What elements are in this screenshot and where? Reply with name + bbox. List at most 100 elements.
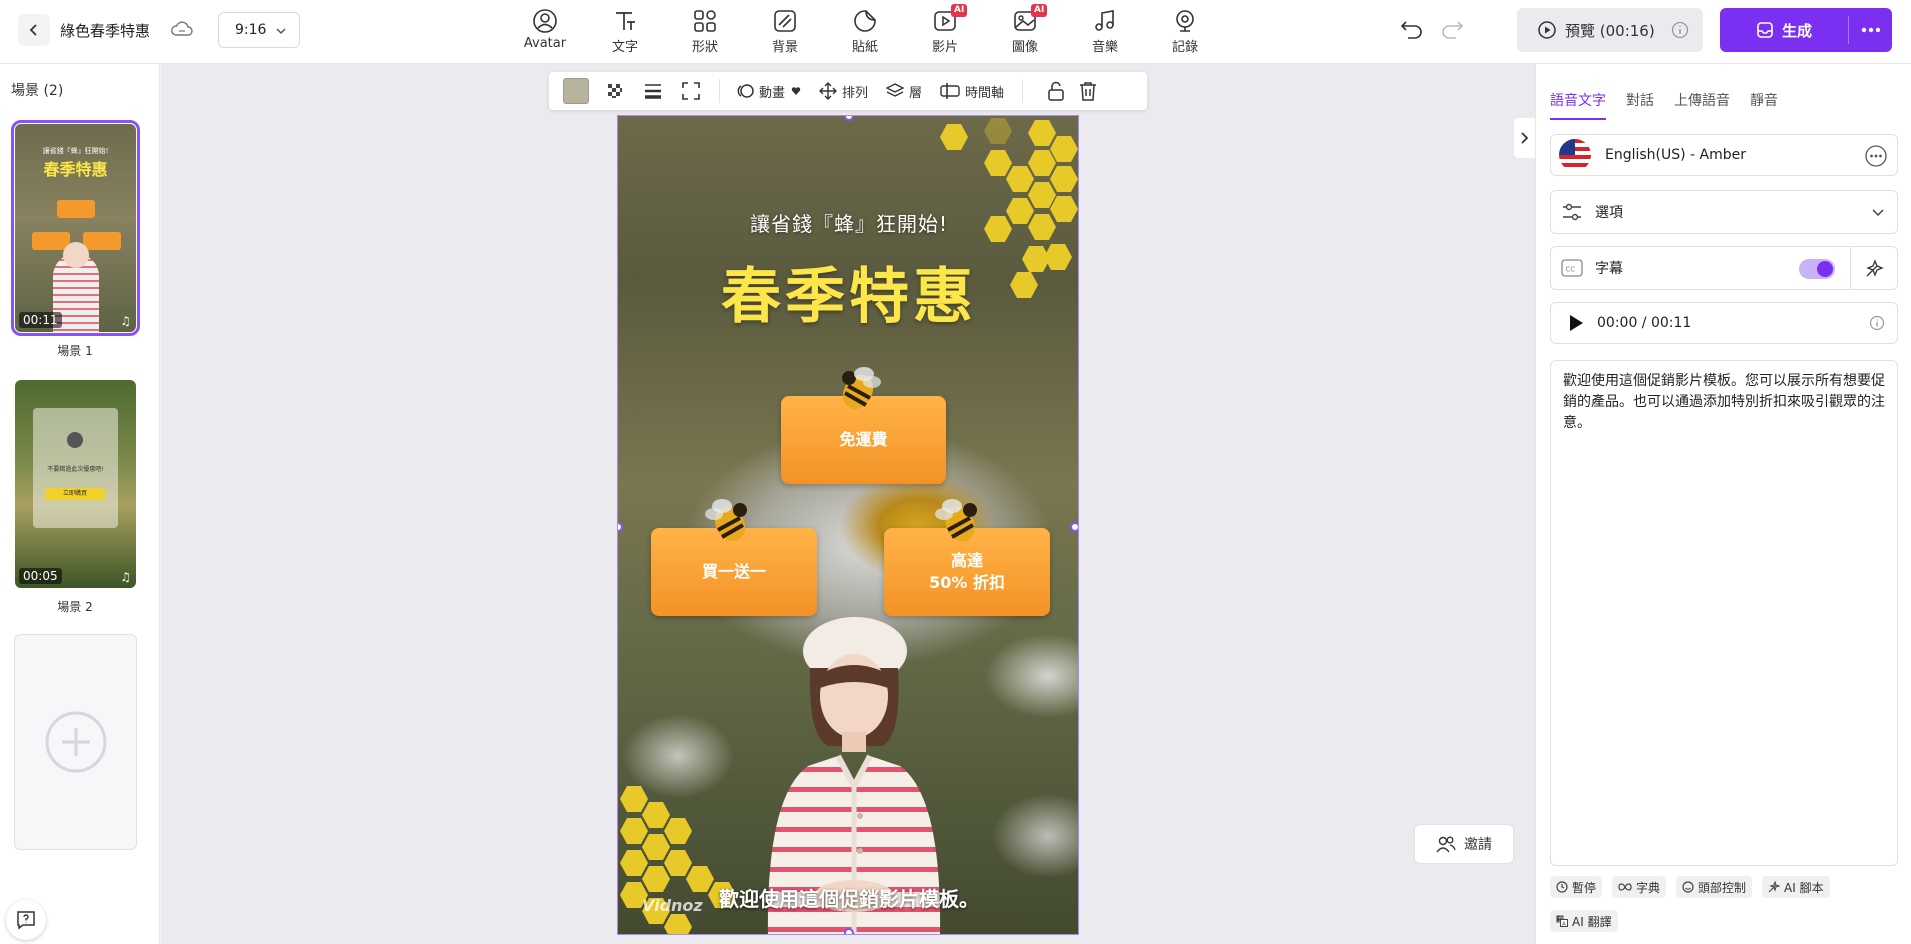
scene-duration: 00:11 bbox=[19, 312, 62, 328]
animation-button[interactable]: 動畫 bbox=[736, 72, 801, 110]
head-control-chip[interactable]: 頭部控制 bbox=[1676, 876, 1753, 898]
ai-script-chip[interactable]: AI 腳本 bbox=[1762, 876, 1830, 898]
tool-avatar[interactable]: Avatar bbox=[505, 6, 585, 58]
tool-text[interactable]: 文字 bbox=[585, 6, 665, 58]
subtitles-label: 字幕 bbox=[1595, 261, 1623, 277]
scene-thumbnail-1[interactable]: 讓省錢『蜂』狂開始! 春季特惠 00:11 ♫ bbox=[11, 120, 140, 336]
subtitles-row: CC 字幕 bbox=[1550, 246, 1898, 290]
music-note-icon: ♫ bbox=[120, 314, 131, 328]
tool-video[interactable]: AI 影片 bbox=[905, 4, 985, 58]
tool-label: 貼紙 bbox=[851, 40, 878, 55]
scene-thumbnail-2[interactable]: 不要錯過此次優惠吧! 立即購買 00:05 ♫ bbox=[15, 380, 136, 588]
thumb-subtitle: 讓省錢『蜂』狂開始! bbox=[42, 147, 109, 155]
voice-select[interactable]: English(US) - Amber bbox=[1550, 134, 1898, 176]
tab-upload-audio[interactable]: 上傳語音 bbox=[1674, 90, 1730, 120]
closed-caption-icon: CC bbox=[1561, 259, 1583, 277]
undo-icon[interactable] bbox=[1400, 18, 1424, 40]
more-options-button[interactable] bbox=[1849, 27, 1892, 33]
music-note-icon: ♫ bbox=[120, 570, 131, 584]
redo-icon[interactable] bbox=[1440, 18, 1464, 40]
chip-label: 字典 bbox=[1636, 880, 1661, 895]
transparency-icon[interactable] bbox=[605, 81, 625, 101]
thumb-text: 不要錯過此次優惠吧! bbox=[47, 466, 104, 473]
video-canvas[interactable]: 讓省錢『蜂』狂開始! 春季特惠 免運費 買一送一 高達 50% 折扣 Vidno… bbox=[617, 115, 1079, 935]
info-icon[interactable] bbox=[1869, 315, 1885, 331]
tool-image[interactable]: AI 圖像 bbox=[985, 4, 1065, 58]
generate-button[interactable]: 生成 bbox=[1720, 8, 1892, 52]
resize-handle[interactable] bbox=[1070, 522, 1078, 532]
project-title[interactable]: 綠色春季特惠 bbox=[60, 20, 150, 41]
avatar-icon bbox=[533, 9, 557, 33]
dictionary-chip[interactable]: 字典 bbox=[1612, 876, 1667, 898]
resize-handle[interactable] bbox=[844, 928, 854, 934]
plus-circle-icon bbox=[45, 711, 106, 773]
video-title[interactable]: 春季特惠 bbox=[618, 248, 1078, 335]
crop-icon[interactable] bbox=[681, 81, 701, 101]
music-icon bbox=[1095, 10, 1114, 31]
more-options-icon[interactable] bbox=[1865, 145, 1887, 167]
tab-dialogue[interactable]: 對話 bbox=[1626, 90, 1654, 120]
script-tools: 暫停 字典 頭部控制 AI 腳本 文A AI 翻譯 bbox=[1550, 876, 1898, 944]
layer-label: 層 bbox=[909, 85, 923, 101]
tool-shapes[interactable]: 形狀 bbox=[665, 6, 745, 58]
preview-button[interactable]: 預覽 (00:16) bbox=[1517, 8, 1703, 52]
video-subtitle[interactable]: 讓省錢『蜂』狂開始! bbox=[618, 208, 1078, 237]
translate-icon: 文A bbox=[1556, 915, 1568, 927]
pause-chip[interactable]: 暫停 bbox=[1550, 876, 1603, 898]
tool-label: 背景 bbox=[771, 40, 798, 55]
playback-time: 00:00 / 00:11 bbox=[1597, 315, 1692, 331]
infinity-icon bbox=[1618, 883, 1632, 891]
unlock-icon[interactable] bbox=[1047, 81, 1065, 101]
aspect-ratio-select[interactable]: 9:16 bbox=[218, 12, 300, 48]
scene-label: 場景 2 bbox=[57, 600, 93, 614]
add-scene-button[interactable] bbox=[14, 634, 137, 850]
card-discount-line2: 50% 折扣 bbox=[929, 573, 1005, 592]
users-icon bbox=[1436, 836, 1456, 853]
layer-button[interactable]: 層 bbox=[886, 72, 922, 110]
subtitles-toggle[interactable] bbox=[1799, 259, 1835, 279]
thumb-title: 春季特惠 bbox=[43, 160, 108, 179]
play-icon[interactable] bbox=[1567, 313, 1585, 333]
chevron-down-icon bbox=[1872, 209, 1884, 217]
card-bogo-label: 買一送一 bbox=[701, 562, 766, 581]
options-dropdown[interactable]: 選項 bbox=[1550, 190, 1898, 234]
chip-label: 暫停 bbox=[1572, 880, 1597, 895]
tool-record[interactable]: 記錄 bbox=[1145, 6, 1225, 58]
sticker-icon bbox=[854, 10, 876, 32]
timeline-button[interactable]: 時間軸 bbox=[940, 72, 1004, 110]
generate-main[interactable]: 生成 bbox=[1720, 8, 1848, 52]
bee-icon[interactable] bbox=[930, 488, 990, 548]
info-icon[interactable] bbox=[1671, 21, 1689, 39]
text-icon bbox=[616, 12, 635, 30]
back-button[interactable] bbox=[18, 14, 50, 46]
clock-icon bbox=[1556, 881, 1568, 893]
help-button[interactable] bbox=[6, 900, 46, 940]
ai-badge: AI bbox=[951, 4, 968, 17]
ai-translate-chip[interactable]: 文A AI 翻譯 bbox=[1550, 910, 1618, 932]
thumb-logo bbox=[67, 432, 83, 448]
collapse-panel-button[interactable] bbox=[1514, 118, 1536, 158]
tool-background[interactable]: 背景 bbox=[745, 6, 825, 58]
layers-icon bbox=[886, 83, 905, 97]
color-swatch[interactable] bbox=[563, 78, 589, 104]
tab-mute[interactable]: 靜音 bbox=[1750, 90, 1778, 120]
script-textarea[interactable]: 歡迎使用這個促銷影片模板。您可以展示所有想要促銷的產品。也可以通過添加特別折扣來… bbox=[1550, 360, 1898, 866]
cloud-sync-icon bbox=[171, 21, 193, 36]
arrange-button[interactable]: 排列 bbox=[819, 72, 868, 110]
bee-icon[interactable] bbox=[828, 356, 888, 416]
face-icon bbox=[1682, 881, 1694, 893]
animation-label: 動畫 bbox=[759, 85, 786, 101]
video-caption[interactable]: 歡迎使用這個促銷影片模板。 bbox=[618, 883, 1078, 912]
tool-music[interactable]: 音樂 bbox=[1065, 6, 1145, 58]
bee-icon[interactable] bbox=[700, 488, 760, 548]
tab-text-to-speech[interactable]: 語音文字 bbox=[1550, 90, 1606, 120]
trash-icon[interactable] bbox=[1079, 81, 1097, 101]
tool-label: 記錄 bbox=[1171, 40, 1198, 55]
sliders-icon bbox=[1563, 203, 1581, 221]
invite-button[interactable]: 邀請 bbox=[1414, 824, 1514, 864]
tool-sticker[interactable]: 貼紙 bbox=[825, 6, 905, 58]
thumb-card bbox=[83, 232, 121, 250]
magic-wand-icon[interactable] bbox=[1863, 258, 1885, 280]
voice-name: English(US) - Amber bbox=[1605, 147, 1747, 163]
line-weight-icon[interactable] bbox=[643, 81, 663, 101]
